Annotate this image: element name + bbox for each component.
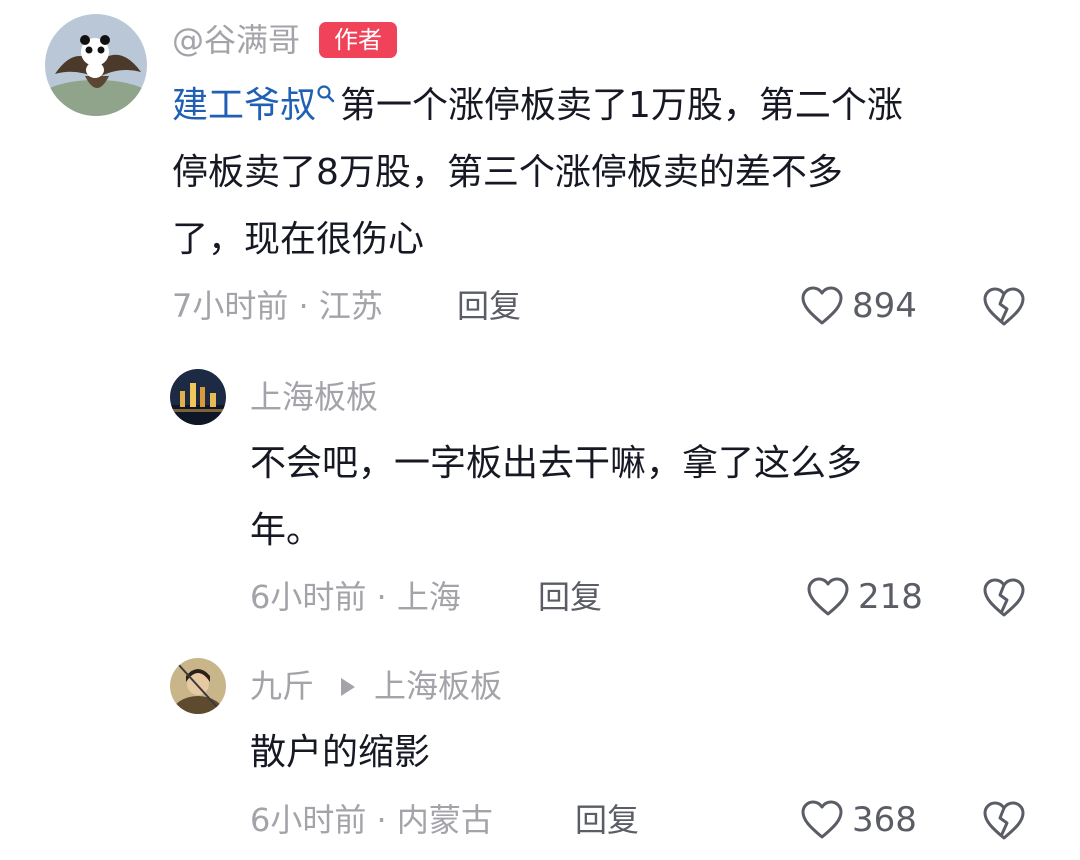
play-arrow-icon	[341, 678, 355, 696]
like-button[interactable]: 218	[806, 575, 923, 619]
comment-line: 了，现在很伤心	[172, 219, 425, 260]
username[interactable]: 上海板板	[250, 377, 378, 417]
comment-text: 散户的缩影	[250, 719, 1030, 786]
comment-line: 不会吧，一字板出去干嘛，拿了这么多	[250, 443, 863, 484]
avatar[interactable]	[170, 658, 226, 714]
search-icon	[317, 85, 335, 103]
avatar[interactable]	[170, 369, 226, 425]
comment-text: 不会吧，一字板出去干嘛，拿了这么多 年。	[250, 430, 1030, 564]
like-button[interactable]: 368	[800, 798, 917, 842]
heart-icon	[807, 577, 849, 616]
heart-icon	[801, 800, 843, 839]
comment-line: 散户的缩影	[250, 732, 431, 773]
comment-line: 第一个涨停板卖了1万股，第二个涨	[340, 85, 903, 126]
comment-line: 年。	[250, 510, 323, 551]
comment-text: 建工爷叔 第一个涨停板卖了1万股，第二个涨 停板卖了8万股，第三个涨停板卖的差不多…	[172, 72, 1052, 273]
reply-button[interactable]: 回复	[457, 286, 521, 326]
mention-link[interactable]: 建工爷叔	[172, 85, 340, 126]
heart-icon	[801, 286, 843, 325]
author-badge: 作者	[319, 22, 397, 58]
reply-target-username[interactable]: 上海板板	[374, 666, 502, 706]
broken-heart-icon[interactable]	[982, 286, 1026, 328]
time-location: 6小时前 · 上海	[250, 578, 461, 616]
broken-heart-icon[interactable]	[982, 800, 1026, 842]
broken-heart-icon[interactable]	[982, 577, 1026, 619]
reply-button[interactable]: 回复	[575, 800, 639, 840]
username[interactable]: 九斤	[250, 666, 314, 706]
username[interactable]: @谷满哥	[172, 20, 300, 60]
comment-line: 停板卖了8万股，第三个涨停板卖的差不多	[172, 152, 843, 193]
like-count: 894	[852, 286, 917, 326]
time-location: 6小时前 · 内蒙古	[250, 801, 493, 839]
like-button[interactable]: 894	[800, 284, 917, 328]
avatar[interactable]	[45, 14, 147, 116]
like-count: 368	[852, 800, 917, 840]
reply-button[interactable]: 回复	[538, 577, 602, 617]
like-count: 218	[858, 577, 923, 617]
time-location: 7小时前 · 江苏	[172, 287, 383, 325]
